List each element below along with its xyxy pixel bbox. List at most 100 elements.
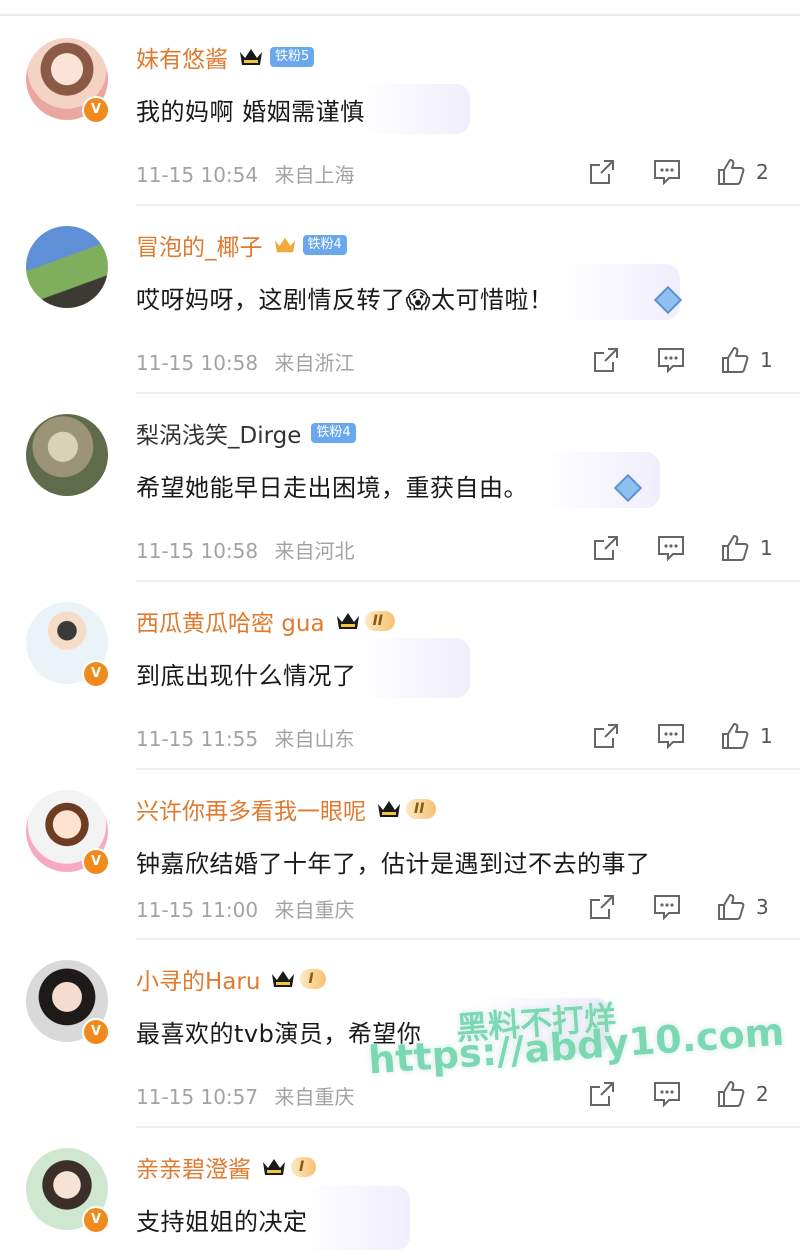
fan-badge: 铁粉5 [270,47,315,67]
comment-item: V 小寻的Haru I 最喜欢的tvb演员，希望你 11-15 10:57 来自… [0,940,800,1128]
comment-text: 最喜欢的tvb演员，希望你 [136,1020,422,1048]
crown-icon [273,235,297,255]
comment-time: 11-15 11:55 [136,727,259,751]
comment-location: 来自重庆 [274,1085,355,1109]
verified-badge-icon: V [82,660,110,688]
level-badge: II [406,799,437,819]
share-button[interactable] [588,1077,616,1111]
username[interactable]: 梨涡浅笑_Dirge [136,416,301,450]
diamond-sparkle-icon [613,473,643,503]
like-button[interactable]: 1 [720,719,773,753]
comment-item: V 妹有悠酱 铁粉5 我的妈啊 婚姻需谨慎 11-15 10:54 来自上海 2 [0,18,800,206]
share-icon [594,724,618,748]
username[interactable]: 妹有悠酱 [136,40,228,74]
like-button[interactable]: 3 [716,890,769,924]
comment-time: 11-15 11:00 [136,898,259,922]
like-count: 2 [756,1082,769,1106]
comment-bubble-decoration [470,998,610,1054]
like-button[interactable]: 2 [716,1077,769,1111]
verified-badge-icon: V [82,96,110,124]
comment-time: 11-15 10:58 [136,351,259,375]
level-badge: I [300,969,326,989]
username[interactable]: 西瓜黄瓜哈密 gua [136,604,325,638]
share-icon [590,895,614,919]
thumbs-up-icon [718,894,745,920]
like-count: 1 [760,724,773,748]
diamond-sparkle-icon [653,285,683,315]
comment-bubble-decoration [360,638,470,698]
share-icon [594,348,618,372]
comment-location: 来自山东 [274,727,355,751]
avatar[interactable] [26,226,108,308]
share-icon [594,536,618,560]
username[interactable]: 兴许你再多看我一眼呢 [136,792,366,826]
share-icon [590,1082,614,1106]
comment-bubble-decoration [300,1186,410,1250]
share-button[interactable] [592,531,620,565]
level-badge: II [364,611,396,631]
comment-icon [658,348,684,374]
share-button[interactable] [588,155,616,189]
comment-text: 钟嘉欣结婚了十年了，估计是遇到过不去的事了 [136,850,651,878]
comment-time: 11-15 10:58 [136,539,259,563]
username[interactable]: 亲亲碧澄酱 [136,1150,251,1184]
like-count: 2 [756,160,769,184]
comment-icon [654,1082,680,1108]
crown-icon [270,968,296,990]
reply-button[interactable] [656,719,686,753]
comment-item: 梨涡浅笑_Dirge 铁粉4 希望她能早日走出困境，重获自由。 11-15 10… [0,394,800,582]
reply-button[interactable] [652,1077,682,1111]
share-button[interactable] [592,719,620,753]
comment-time: 11-15 10:57 [136,1085,259,1109]
comment-item: V 亲亲碧澄酱 I 支持姐姐的决定 [0,1128,800,1260]
username[interactable]: 小寻的Haru [136,962,260,996]
comment-icon [654,895,680,921]
verified-badge-icon: V [82,848,110,876]
thumbs-up-icon [722,347,749,373]
thumbs-up-icon [718,159,745,185]
thumbs-up-icon [722,535,749,561]
crown-icon [335,610,361,632]
thumbs-up-icon [718,1081,745,1107]
comment-icon [654,160,680,186]
comment-text: 希望她能早日走出困境，重获自由。 [136,474,528,502]
avatar[interactable] [26,414,108,496]
comment-item: V 兴许你再多看我一眼呢 II 钟嘉欣结婚了十年了，估计是遇到过不去的事了 11… [0,770,800,940]
fan-badge: 铁粉4 [311,423,356,443]
verified-badge-icon: V [82,1018,110,1046]
level-badge: I [291,1157,317,1177]
like-count: 1 [760,348,773,372]
comment-text: 哎呀妈呀，这剧情反转了😱太可惜啦！ [136,286,554,314]
reply-button[interactable] [652,890,682,924]
comment-location: 来自河北 [274,539,355,563]
like-count: 3 [756,895,769,919]
comment-icon [658,536,684,562]
comment-item: 冒泡的_椰子 铁粉4 哎呀妈呀，这剧情反转了😱太可惜啦！ 11-15 10:58… [0,206,800,394]
top-divider [0,14,800,16]
share-button[interactable] [592,343,620,377]
reply-button[interactable] [656,531,686,565]
like-button[interactable]: 1 [720,343,773,377]
reply-button[interactable] [652,155,682,189]
comment-location: 来自上海 [274,163,355,187]
comment-icon [658,724,684,750]
verified-badge-icon: V [82,1206,110,1234]
comment-text: 支持姐姐的决定 [136,1208,308,1236]
share-button[interactable] [588,890,616,924]
like-button[interactable]: 1 [720,531,773,565]
thumbs-up-icon [722,723,749,749]
share-icon [590,160,614,184]
crown-icon [238,46,264,68]
crown-icon [261,1156,287,1178]
comment-text: 到底出现什么情况了 [136,662,357,690]
comment-time: 11-15 10:54 [136,163,259,187]
reply-button[interactable] [656,343,686,377]
comment-location: 来自重庆 [274,898,355,922]
crown-icon [376,798,402,820]
fan-badge: 铁粉4 [302,235,347,255]
like-button[interactable]: 2 [716,155,769,189]
comment-item: V 西瓜黄瓜哈密 gua II 到底出现什么情况了 11-15 11:55 来自… [0,582,800,770]
like-count: 1 [760,536,773,560]
username[interactable]: 冒泡的_椰子 [136,228,263,262]
comment-text: 我的妈啊 婚姻需谨慎 [136,98,365,126]
